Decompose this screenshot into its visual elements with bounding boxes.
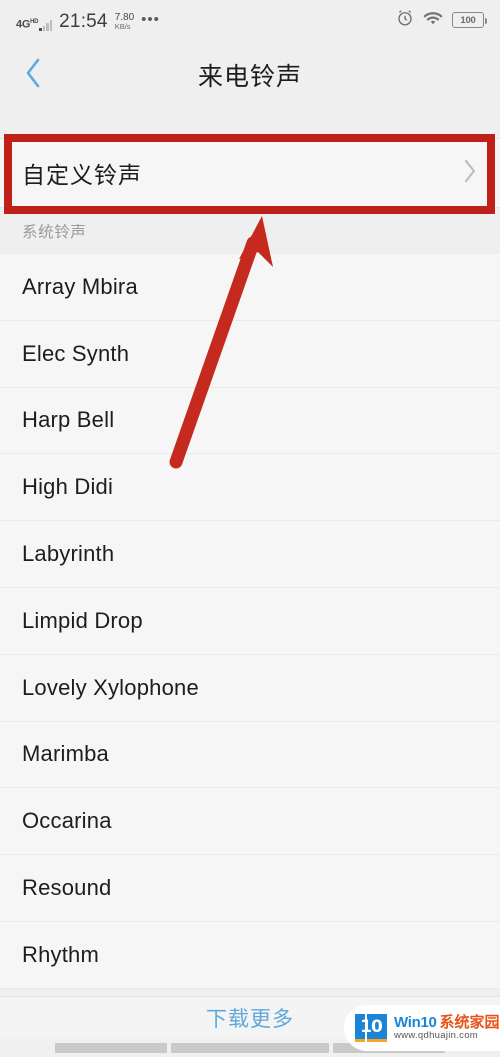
custom-ringtone-row[interactable]: 自定义铃声 — [0, 138, 500, 208]
network-type-label: 4G — [16, 19, 31, 31]
ringtone-list: Array Mbira Elec Synth Harp Bell High Didi L… — [0, 254, 500, 989]
wifi-icon — [423, 10, 443, 31]
download-more-link[interactable]: 下载更多 — [206, 1003, 294, 1033]
phone-screen: 4GHD 21:54 7.80 KB/s ••• 100 来电铃声 自定义铃声 … — [0, 0, 500, 1057]
ringtone-list-item[interactable]: Rhythm — [0, 922, 500, 989]
network-suffix-label: HD — [30, 19, 39, 26]
ringtone-list-item[interactable]: Labyrinth — [0, 521, 500, 588]
watermark-brand: Win10 — [394, 1013, 437, 1031]
network-speed-value: 7.80 — [114, 11, 135, 23]
status-bar: 4GHD 21:54 7.80 KB/s ••• 100 — [0, 0, 500, 40]
section-header-label: 系统铃声 — [22, 224, 87, 241]
site-watermark: 10 Win10 系统家园 www.qdhuajin.com — [344, 1005, 500, 1051]
watermark-url: www.qdhuajin.com — [394, 1030, 479, 1042]
battery-icon: 100 — [452, 12, 487, 28]
watermark-brand-cn: 系统家园 — [439, 1013, 500, 1031]
ringtone-list-item[interactable]: Marimba — [0, 722, 500, 789]
network-speed-indicator: 7.80 KB/s — [114, 11, 135, 31]
win10-logo-icon: 10 — [355, 1014, 387, 1042]
network-speed-unit: KB/s — [114, 21, 131, 31]
status-bar-clock: 21:54 — [59, 11, 108, 32]
cellular-signal-icon: 4GHD — [16, 9, 53, 31]
status-bar-left: 4GHD 21:54 7.80 KB/s ••• — [16, 9, 160, 31]
ringtone-list-item[interactable]: Occarina — [0, 788, 500, 856]
ringtone-name-label: High Didi — [22, 474, 114, 500]
page-title: 来电铃声 — [197, 63, 302, 91]
recents-nav-icon[interactable] — [55, 1043, 167, 1053]
more-indicators-icon: ••• — [141, 11, 160, 28]
ringtone-list-item[interactable]: Array Mbira — [0, 254, 500, 321]
battery-level-label: 100 — [460, 14, 476, 26]
ringtone-name-label: Rhythm — [22, 941, 99, 967]
home-nav-icon[interactable] — [171, 1043, 329, 1053]
title-bar: 来电铃声 — [0, 40, 500, 110]
ringtone-list-item[interactable]: Resound — [0, 855, 500, 922]
ringtone-name-label: Resound — [22, 875, 112, 901]
watermark-text-block: Win10 系统家园 www.qdhuajin.com — [394, 1014, 500, 1042]
ringtone-name-label: Marimba — [22, 741, 109, 767]
ringtone-name-label: Occarina — [22, 808, 112, 834]
ringtone-list-item[interactable]: Lovely Xylophone — [0, 655, 500, 722]
chevron-right-icon — [462, 158, 478, 189]
ringtone-list-item[interactable]: Harp Bell — [0, 388, 500, 455]
signal-bars-icon — [39, 20, 53, 31]
alarm-clock-icon — [396, 9, 414, 32]
ringtone-name-label: Array Mbira — [22, 273, 138, 299]
ringtone-list-item[interactable]: Limpid Drop — [0, 588, 500, 655]
watermark-logo-text: 10 — [360, 1016, 383, 1037]
top-spacer — [0, 110, 500, 138]
ringtone-name-label: Lovely Xylophone — [22, 674, 199, 700]
ringtone-name-label: Harp Bell — [22, 407, 115, 433]
settings-content: 自定义铃声 系统铃声 Array Mbira Elec Synth Harp Bel… — [0, 110, 500, 996]
ringtone-list-item[interactable]: Elec Synth — [0, 321, 500, 388]
ringtone-name-label: Elec Synth — [22, 340, 130, 366]
ringtone-name-label: Labyrinth — [22, 541, 115, 567]
ringtone-name-label: Limpid Drop — [22, 607, 143, 633]
status-bar-right: 100 — [396, 9, 487, 32]
section-header-system-ringtones: 系统铃声 — [0, 208, 500, 254]
ringtone-list-item[interactable]: High Didi — [0, 454, 500, 522]
custom-ringtone-label: 自定义铃声 — [22, 162, 142, 188]
